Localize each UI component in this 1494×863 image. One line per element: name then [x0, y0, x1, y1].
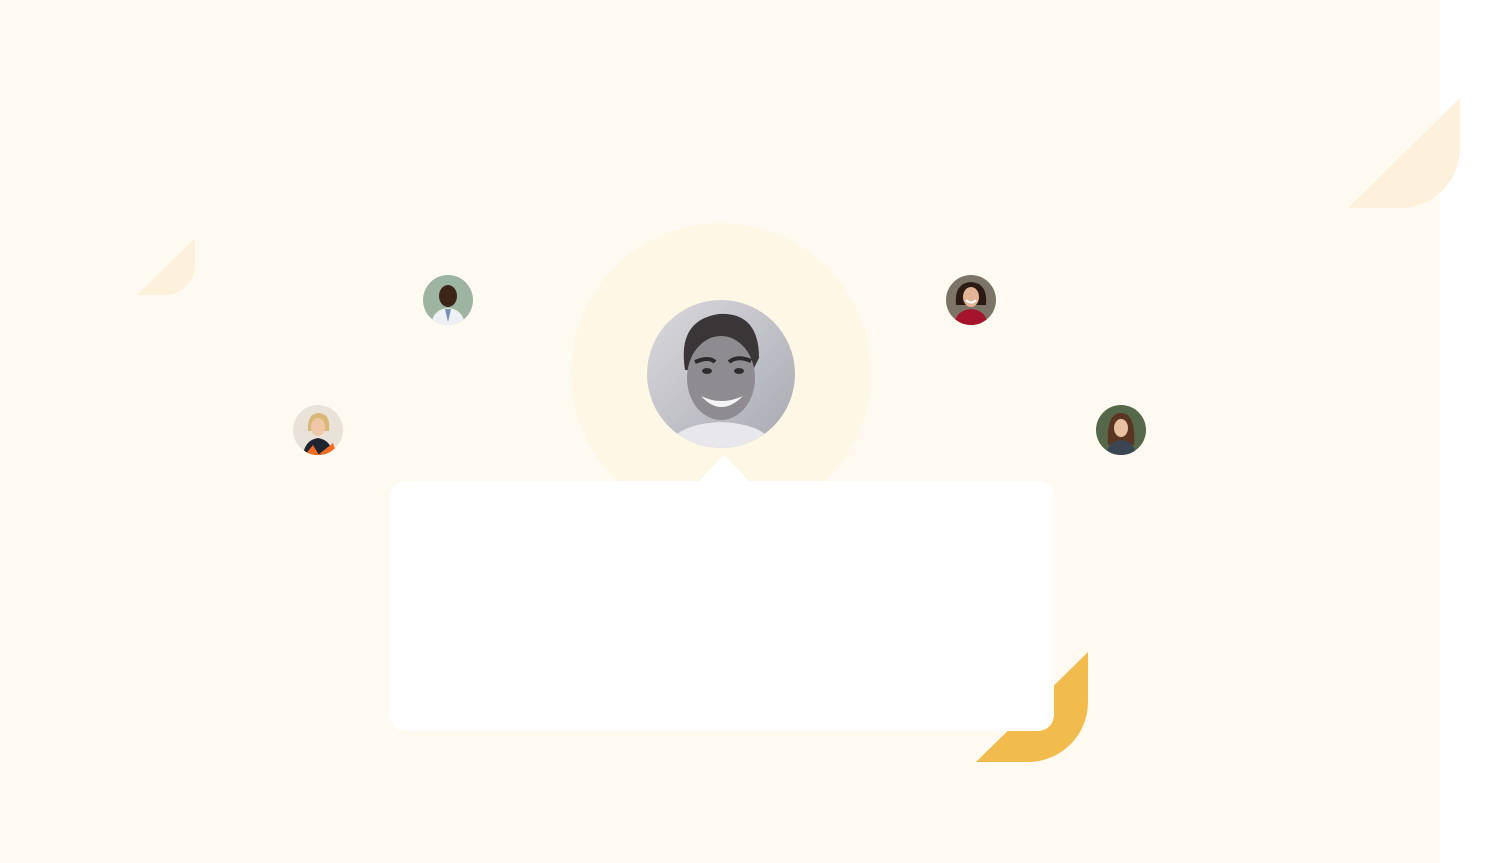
person-photo-icon [946, 275, 996, 325]
card-pointer [698, 455, 750, 482]
avatar-top-right[interactable] [946, 275, 996, 325]
person-photo-icon [1096, 405, 1146, 455]
testimonial-section [0, 0, 1460, 863]
person-photo-icon [423, 275, 473, 325]
decorative-shape-left [137, 238, 195, 295]
person-photo-icon [293, 405, 343, 455]
avatar-main[interactable] [647, 300, 795, 448]
avatar-mid-left[interactable] [293, 405, 343, 455]
decorative-shape-top-right [1348, 98, 1460, 208]
avatar-mid-right[interactable] [1096, 405, 1146, 455]
avatar-top-left[interactable] [423, 275, 473, 325]
person-photo-icon [647, 300, 795, 448]
testimonial-card [390, 481, 1054, 731]
